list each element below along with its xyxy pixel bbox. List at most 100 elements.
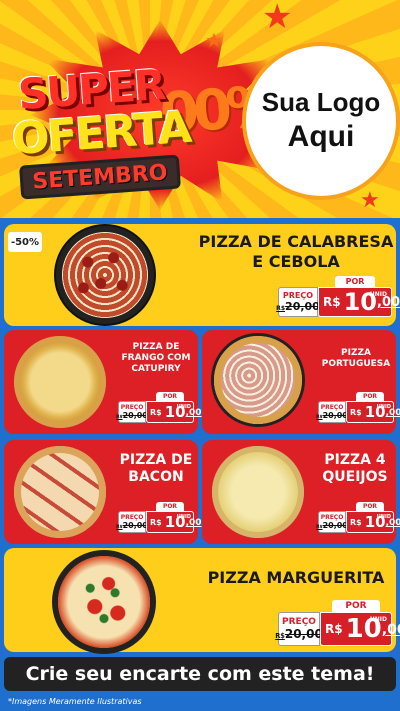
old-price: R$20,00 <box>316 411 348 420</box>
new-price-box: R$ 10 ,00 UNID <box>146 511 202 533</box>
logo-line2: Aqui <box>287 119 355 153</box>
product-name-queijos: PIZZA 4 QUEIJOS <box>314 452 396 486</box>
preco-label: PREÇO <box>120 404 144 411</box>
pizza-image-marguerita <box>58 556 150 648</box>
product-name-line: PIZZA DE CALABRESA <box>198 232 394 251</box>
new-price-box: R$ 10 ,00 UNID <box>346 511 400 533</box>
product-name-line: PIZZA MARGUERITA <box>207 568 385 587</box>
pizza-image-frango <box>14 336 106 428</box>
old-price-box: PREÇO R$20,00 <box>275 612 323 646</box>
pizza-image-queijos <box>212 446 304 538</box>
discount-badge: -50% <box>8 232 42 252</box>
old-price-value: 20,00 <box>322 521 348 530</box>
old-price: R$20,00 <box>275 627 323 641</box>
old-price-box: PREÇO R$20,00 <box>276 287 320 317</box>
star-icon: ★ <box>262 0 293 37</box>
old-price-value: 20,00 <box>122 521 148 530</box>
price-tag-portuguesa: PREÇO R$20,00 POR R$ 10 ,00 UNID <box>316 392 400 423</box>
price-tag-bacon: PREÇO R$20,00 POR R$ 10 ,00 UNID <box>116 502 202 533</box>
star-icon: ★ <box>205 28 223 52</box>
product-name-marguerita: PIZZA MARGUERITA <box>196 568 396 588</box>
product-name-line: BACON <box>128 469 184 485</box>
new-price: POR R$ 10 ,00 UNID <box>346 392 400 423</box>
new-price: POR R$ 10 ,00 UNID <box>320 600 400 646</box>
old-currency: R$ <box>275 632 285 640</box>
por-label: POR <box>356 502 384 511</box>
price-tag-queijos: PREÇO R$20,00 POR R$ 10 ,00 UNID <box>316 502 400 533</box>
price-tag-marguerita: PREÇO R$20,00 POR R$ 10 ,00 UNID <box>275 600 400 646</box>
old-price-value: 20,00 <box>285 300 320 313</box>
unit-label: UNID <box>176 404 191 410</box>
new-price-box: R$ 10 ,00 UNID <box>146 401 202 423</box>
preco-label: PREÇO <box>282 291 314 300</box>
product-name-line: PIZZA DE <box>132 342 180 352</box>
new-price-box: R$ 10 ,00 UNID <box>346 401 400 423</box>
product-name-line: E CEBOLA <box>252 252 340 271</box>
por-label: POR <box>156 502 184 511</box>
month-label: SETEMBRO <box>31 159 169 195</box>
product-name-line: PIZZA <box>341 348 371 358</box>
logo-text: Sua Logo Aqui <box>262 87 380 154</box>
product-name-portuguesa: PIZZA PORTUGUESA <box>318 348 394 370</box>
currency: R$ <box>150 407 162 417</box>
unit-label: UNID <box>376 514 391 520</box>
currency: R$ <box>150 517 162 527</box>
price-tag-frango: PREÇO R$20,00 POR R$ 10 ,00 UNID <box>116 392 202 423</box>
preco-label: PREÇO <box>320 404 344 411</box>
product-name-frango: PIZZA DE FRANGO COM CATUPIRY <box>116 342 196 375</box>
product-name-line: PORTUGUESA <box>321 359 391 369</box>
disclaimer-footnote: *Imagens Meramente Ilustrativas <box>8 697 142 706</box>
unit-label: UNID <box>369 291 387 298</box>
preco-label: PREÇO <box>320 514 344 521</box>
old-price-box: PREÇO R$20,00 <box>316 511 348 533</box>
por-label: POR <box>356 392 384 401</box>
price-cents: ,00 <box>381 622 400 638</box>
product-name-line: CATUPIRY <box>131 364 181 374</box>
logo-placeholder[interactable]: Sua Logo Aqui <box>246 46 396 196</box>
old-price-value: 20,00 <box>284 627 323 641</box>
old-price-box: PREÇO R$20,00 <box>116 401 148 423</box>
product-name-line: PIZZA 4 <box>324 452 386 468</box>
por-label: POR <box>156 392 184 401</box>
old-price: R$20,00 <box>116 411 148 420</box>
preco-label: PREÇO <box>282 617 316 627</box>
currency: R$ <box>350 407 362 417</box>
new-price: POR R$ 10 ,00 UNID <box>318 276 400 317</box>
old-price-box: PREÇO R$20,00 <box>316 401 348 423</box>
product-name-line: PIZZA DE <box>119 452 193 468</box>
pizza-image-calabresa <box>62 232 148 318</box>
por-label: POR <box>332 600 380 612</box>
logo-line1: Sua Logo <box>261 87 381 118</box>
old-price-value: 20,00 <box>322 411 348 420</box>
old-currency: R$ <box>276 305 286 312</box>
preco-label: PREÇO <box>120 514 144 521</box>
por-label: POR <box>335 276 375 287</box>
unit-label: UNID <box>376 404 391 410</box>
old-price-box: PREÇO R$20,00 <box>116 511 148 533</box>
header-banner: ★ ★ ★ 00% SUPER OFERTA SETEMBRO Sua Logo… <box>0 0 400 218</box>
pizza-image-bacon <box>14 446 106 538</box>
unit-label: UNID <box>369 616 387 623</box>
new-price-box: R$ 10 ,00 UNID <box>318 287 400 317</box>
product-name-line: QUEIJOS <box>322 469 388 485</box>
old-price: R$20,00 <box>316 521 348 530</box>
old-price: R$20,00 <box>116 521 148 530</box>
product-name-bacon: PIZZA DE BACON <box>116 452 196 486</box>
new-price: POR R$ 10 ,00 UNID <box>146 392 202 423</box>
new-price: POR R$ 10 ,00 UNID <box>146 502 202 533</box>
product-name-line: FRANGO COM <box>121 353 191 363</box>
pizza-image-portuguesa <box>214 336 302 424</box>
currency: R$ <box>325 622 343 636</box>
star-icon: ★ <box>360 188 380 213</box>
new-price-box: R$ 10 ,00 UNID <box>320 612 400 646</box>
cta-banner[interactable]: Crie seu encarte com este tema! <box>4 657 396 691</box>
new-price: POR R$ 10 ,00 UNID <box>346 502 400 533</box>
old-price-value: 20,00 <box>122 411 148 420</box>
old-price: R$20,00 <box>276 300 320 313</box>
unit-label: UNID <box>176 514 191 520</box>
currency: R$ <box>350 517 362 527</box>
currency: R$ <box>323 295 341 309</box>
cta-text: Crie seu encarte com este tema! <box>25 663 375 685</box>
product-name-calabresa: PIZZA DE CALABRESA E CEBOLA <box>196 232 396 272</box>
price-tag-calabresa: PREÇO R$20,00 POR R$ 10 ,00 UNID <box>276 276 400 317</box>
